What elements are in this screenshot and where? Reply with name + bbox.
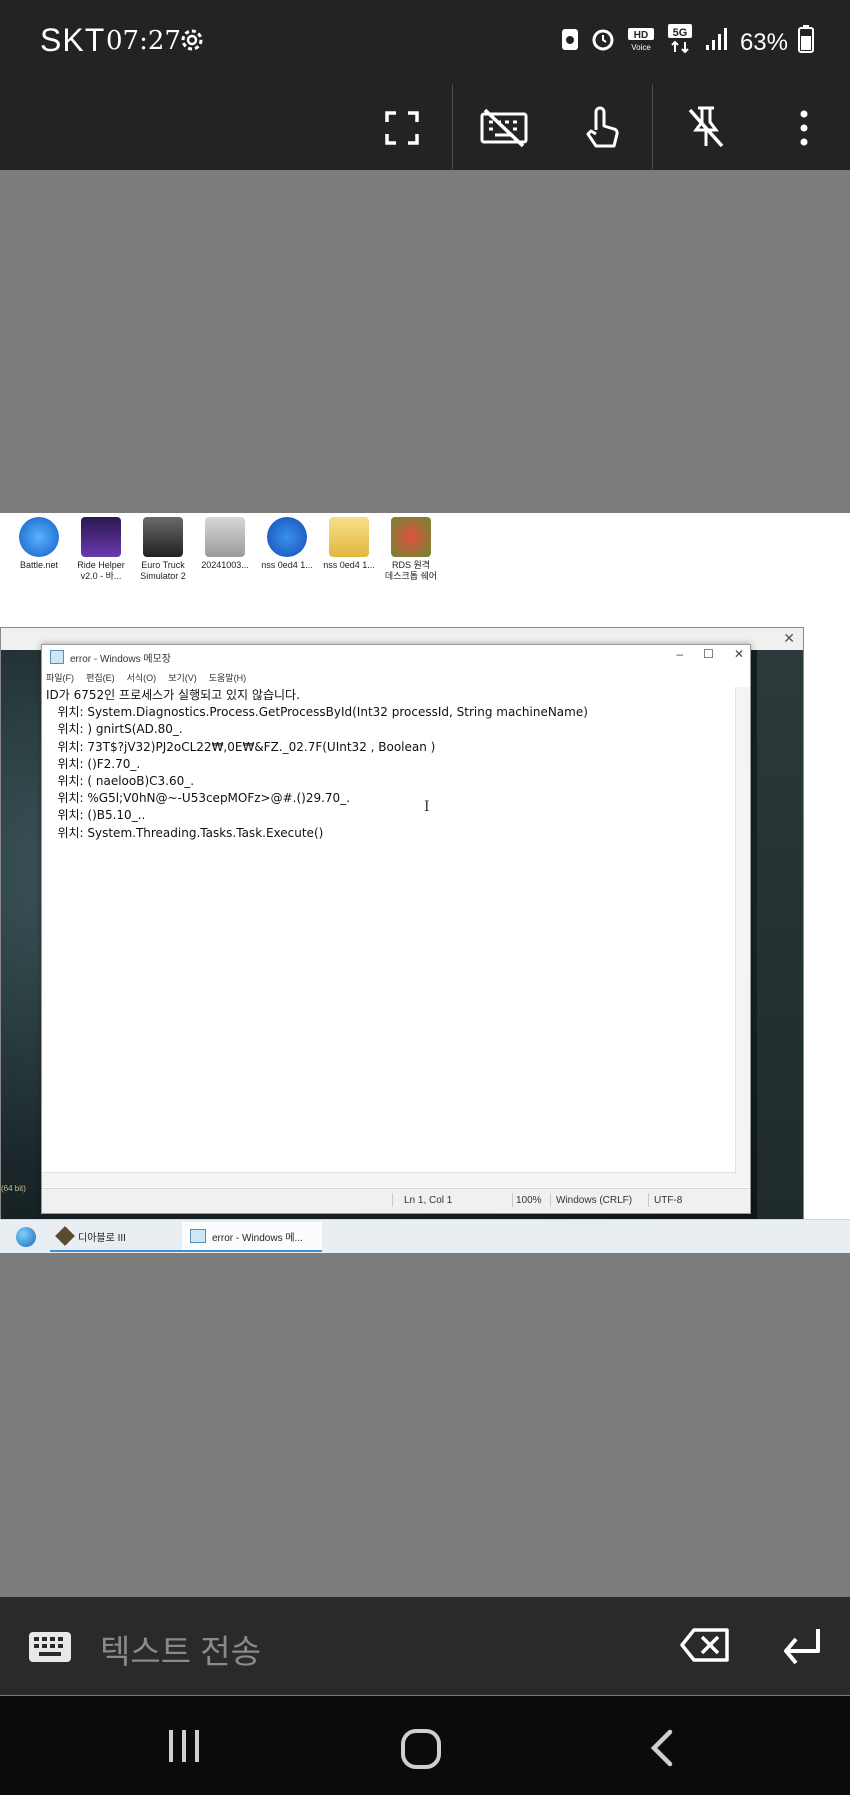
desktop-icon-folder[interactable]: nss 0ed4 1...: [320, 517, 378, 571]
taskbar-item-notepad[interactable]: error - Windows 메...: [182, 1222, 322, 1252]
text-line: 위치: 73T$?jV32)PJ2oCL22₩,0E₩&FZ._02.7F(UI…: [46, 739, 436, 754]
send-text-input[interactable]: 텍스트 전송: [100, 1625, 261, 1673]
text-line: ID가 6752인 프로세스가 실행되고 있지 않습니다.: [46, 688, 300, 702]
more-icon[interactable]: [774, 98, 834, 158]
notepad-icon: [190, 1229, 206, 1243]
fullscreen-icon[interactable]: [372, 98, 432, 158]
window-title: error - Windows 메모장: [70, 653, 171, 665]
zip-icon: [267, 517, 307, 557]
battery-saver-icon: [560, 26, 580, 59]
encoding: UTF-8: [654, 1195, 683, 1206]
line-ending: Windows (CRLF): [556, 1195, 633, 1206]
battery-percent: 63%: [739, 28, 788, 56]
keyboard-icon[interactable]: [28, 1631, 72, 1668]
text-cursor-icon: I: [424, 799, 430, 815]
navigation-bar: [0, 1696, 850, 1795]
game-side-text: (64 bit): [1, 1184, 26, 1193]
touch-icon[interactable]: [572, 98, 632, 158]
document-icon: [205, 517, 245, 557]
taskbar-item-diablo[interactable]: 디아블로 III: [50, 1222, 192, 1252]
menu-view[interactable]: 보기(V): [168, 671, 197, 684]
text-line: 위치: ()B5.10_..: [46, 808, 146, 823]
backspace-icon[interactable]: [680, 1627, 730, 1668]
carrier-label: SKT: [40, 22, 106, 58]
desktop-icon-ride-helper[interactable]: Ride Helper v2.0 - 바...: [72, 517, 130, 582]
desktop-icon-battlenet[interactable]: Battle.net: [10, 517, 68, 571]
remote-desktop-view[interactable]: Battle.net Ride Helper v2.0 - 바... Euro …: [0, 513, 850, 1253]
menu-edit[interactable]: 편집(E): [86, 671, 115, 684]
remote-toolbar: [0, 84, 850, 170]
text-line: 위치: System.Diagnostics.Process.GetProces…: [46, 705, 588, 720]
text-line: 위치: ( naelooB)C3.60_.: [46, 774, 195, 789]
back-icon[interactable]: [646, 1728, 676, 1773]
clock: 07:27: [106, 26, 181, 56]
5g-icon: 5G: [666, 24, 694, 61]
diablo-icon: [55, 1226, 75, 1246]
close-icon[interactable]: ✕: [783, 630, 795, 647]
recents-icon[interactable]: [166, 1728, 202, 1769]
svg-text:HD: HD: [634, 30, 648, 41]
menu-bar: 파일(F) 편집(E) 서식(O) 보기(V) 도움말(H): [46, 671, 246, 684]
text-line: 위치: System.Threading.Tasks.Task.Execute(…: [46, 825, 324, 840]
folder-icon: [329, 517, 369, 557]
hd-voice-icon: HD Voice: [626, 26, 656, 59]
svg-text:5G: 5G: [673, 27, 688, 39]
battlenet-icon: [19, 517, 59, 557]
text-line: 위치: ) gnirtS(AD.80_.: [46, 722, 183, 737]
menu-file[interactable]: 파일(F): [46, 671, 74, 684]
menu-format[interactable]: 서식(O): [127, 671, 157, 684]
unpin-icon[interactable]: [676, 98, 736, 158]
desktop-icon-file[interactable]: 20241003...: [196, 517, 254, 571]
gear-icon: [178, 26, 206, 59]
status-bar: SKT 07:27 HD Voice 5G 63%: [0, 0, 850, 84]
text-editor[interactable]: ID가 6752인 프로세스가 실행되고 있지 않습니다. 위치: System…: [46, 687, 732, 1173]
status-bar: Ln 1, Col 1 100% Windows (CRLF) UTF-8: [42, 1188, 750, 1213]
home-icon[interactable]: [400, 1728, 442, 1775]
rds-icon: [391, 517, 431, 557]
desktop-icons: Battle.net Ride Helper v2.0 - 바... Euro …: [0, 513, 850, 623]
notepad-window[interactable]: error - Windows 메모장 – ☐ ✕ 파일(F) 편집(E) 서식…: [41, 644, 751, 1214]
zoom-level: 100%: [516, 1195, 542, 1206]
horizontal-scrollbar[interactable]: [42, 1172, 736, 1187]
close-icon[interactable]: ✕: [734, 647, 744, 661]
alarm-icon: [590, 26, 616, 59]
notepad-titlebar[interactable]: error - Windows 메모장: [42, 645, 750, 669]
text-line: 위치: ()F2.70_.: [46, 756, 141, 771]
signal-icon: [704, 27, 730, 58]
enter-icon[interactable]: [780, 1625, 824, 1672]
battery-icon: [798, 25, 814, 60]
windows-taskbar: 디아블로 III error - Windows 메...: [0, 1219, 850, 1253]
vertical-scrollbar[interactable]: [735, 687, 750, 1187]
desktop-icon-euro-truck[interactable]: Euro Truck Simulator 2: [134, 517, 192, 582]
cursor-position: Ln 1, Col 1: [404, 1195, 453, 1206]
maximize-icon[interactable]: ☐: [703, 647, 714, 661]
menu-help[interactable]: 도움말(H): [209, 671, 246, 684]
edge-icon[interactable]: [16, 1227, 36, 1247]
ride-helper-icon: [81, 517, 121, 557]
text-line: 위치: %G5l;V0hN@~-U53cepMOFz>@#.()29.70_.: [46, 791, 351, 806]
desktop-icon-zip[interactable]: nss 0ed4 1...: [258, 517, 316, 571]
text-input-bar: 텍스트 전송: [0, 1597, 850, 1695]
svg-text:Voice: Voice: [631, 43, 651, 52]
minimize-icon[interactable]: –: [676, 647, 683, 661]
desktop-icon-rds[interactable]: RDS 원격 데스크톱 쉐어: [382, 517, 440, 582]
notepad-icon: [50, 650, 64, 664]
keyboard-off-icon[interactable]: [474, 98, 534, 158]
truck-icon: [143, 517, 183, 557]
